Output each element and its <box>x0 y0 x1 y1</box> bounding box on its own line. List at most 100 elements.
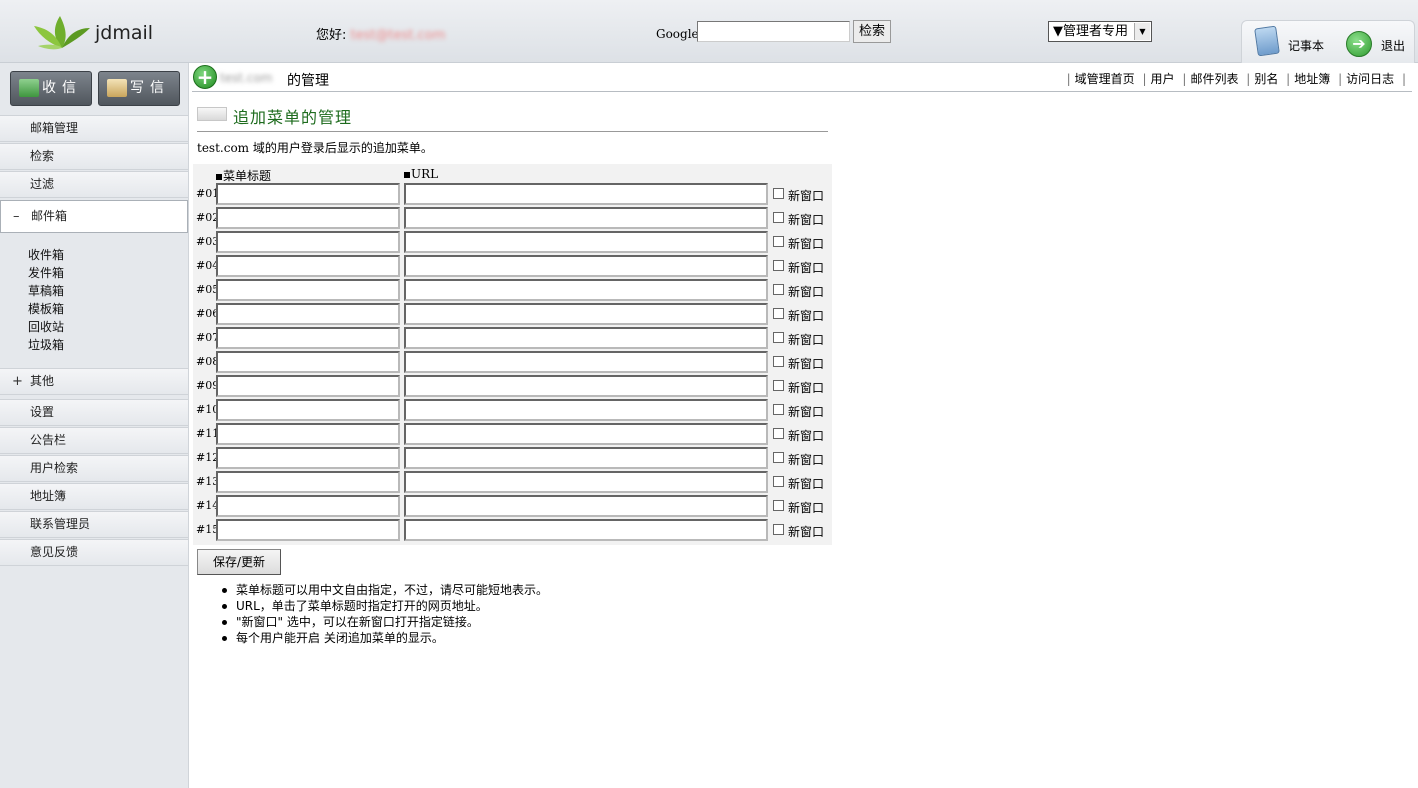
new-window-checkbox[interactable] <box>773 212 784 223</box>
sidebar-item-feedback[interactable]: 意见反馈 <box>0 539 188 566</box>
new-window-checkbox[interactable] <box>773 452 784 463</box>
new-window-checkbox[interactable] <box>773 260 784 271</box>
new-window-label: 新窗口 <box>788 357 825 371</box>
sidebar-item-folders[interactable]: – 邮件箱 <box>0 200 188 233</box>
list-item: URL，单击了菜单标题时指定打开的网页地址。 <box>221 598 548 614</box>
folder-drafts[interactable]: 草稿箱 <box>28 282 64 300</box>
folder-templates[interactable]: 模板箱 <box>28 300 64 318</box>
new-window-checkbox[interactable] <box>773 524 784 535</box>
menu-title-input[interactable] <box>216 327 400 349</box>
section-title: 追加菜单的管理 <box>233 108 353 127</box>
sidebar-item-other[interactable]: + 其他 <box>0 368 188 395</box>
sidebar-item-user-search[interactable]: 用户检索 <box>0 455 188 482</box>
sidebar-item-bulletin[interactable]: 公告栏 <box>0 427 188 454</box>
sidebar-item-addressbook[interactable]: 地址簿 <box>0 483 188 510</box>
menu-url-input[interactable] <box>404 327 768 349</box>
menu-url-input[interactable] <box>404 183 768 205</box>
menu-title-input[interactable] <box>216 447 400 469</box>
new-window-checkbox[interactable] <box>773 428 784 439</box>
leaf-logo-icon <box>34 16 90 50</box>
google-search-input[interactable] <box>697 21 850 42</box>
folder-list: 收件箱 发件箱 草稿箱 模板箱 回收站 垃圾箱 <box>28 246 64 354</box>
notepad-icon[interactable] <box>1254 25 1280 57</box>
menu-url-input[interactable] <box>404 519 768 541</box>
new-window-checkbox[interactable] <box>773 332 784 343</box>
menu-title-input[interactable] <box>216 183 400 205</box>
menu-url-input[interactable] <box>404 279 768 301</box>
description: test.com 域的用户登录后显示的追加菜单。 <box>197 141 433 155</box>
link-mailing-lists[interactable]: 邮件列表 <box>1190 72 1238 86</box>
new-window-label: 新窗口 <box>788 405 825 419</box>
menu-title-input[interactable] <box>216 495 400 517</box>
notepad-link[interactable]: 记事本 <box>1288 37 1324 54</box>
table-row: #15 新窗口 <box>193 518 832 542</box>
domain-name: test.com <box>220 71 273 85</box>
new-window-checkbox[interactable] <box>773 284 784 295</box>
menu-url-input[interactable] <box>404 447 768 469</box>
link-domain-home[interactable]: 域管理首页 <box>1075 72 1135 86</box>
menu-url-input[interactable] <box>404 423 768 445</box>
new-window-checkbox[interactable] <box>773 476 784 487</box>
new-window-checkbox[interactable] <box>773 404 784 415</box>
table-row: #09 新窗口 <box>193 374 832 398</box>
menu-title-input[interactable] <box>216 351 400 373</box>
sidebar-item-mailbox-admin[interactable]: 邮箱管理 <box>0 115 188 142</box>
menu-url-input[interactable] <box>404 207 768 229</box>
menu-url-input[interactable] <box>404 471 768 493</box>
list-item: "新窗口" 选中，可以在新窗口打开指定链接。 <box>221 614 548 630</box>
admin-nav-links: | 域管理首页 | 用户 | 邮件列表 | 别名 | 地址簿 | 访问日志 | <box>1066 72 1406 86</box>
write-mail-button[interactable]: 写信 <box>98 71 180 106</box>
new-window-checkbox[interactable] <box>773 356 784 367</box>
new-window-checkbox[interactable] <box>773 308 784 319</box>
link-addressbook[interactable]: 地址簿 <box>1294 72 1330 86</box>
new-window-label: 新窗口 <box>788 333 825 347</box>
sidebar-item-settings[interactable]: 设置 <box>0 399 188 426</box>
menu-title-input[interactable] <box>216 375 400 397</box>
column-header-url: URL <box>404 167 438 181</box>
admin-select[interactable]: ▼管理者专用 ▼ <box>1048 21 1152 42</box>
menu-title-input[interactable] <box>216 279 400 301</box>
sidebar-item-contact-admin[interactable]: 联系管理员 <box>0 511 188 538</box>
receive-mail-button[interactable]: 收信 <box>10 71 92 106</box>
menu-url-input[interactable] <box>404 495 768 517</box>
new-window-checkbox[interactable] <box>773 188 784 199</box>
menu-url-input[interactable] <box>404 351 768 373</box>
menu-url-input[interactable] <box>404 231 768 253</box>
save-button[interactable]: 保存/更新 <box>197 549 281 575</box>
menu-url-input[interactable] <box>404 255 768 277</box>
folder-spam[interactable]: 垃圾箱 <box>28 336 64 354</box>
menu-title-input[interactable] <box>216 255 400 277</box>
sidebar-item-filter[interactable]: 过滤 <box>0 171 188 198</box>
menu-title-input[interactable] <box>216 207 400 229</box>
menu-url-input[interactable] <box>404 375 768 397</box>
link-access-log[interactable]: 访问日志 <box>1346 72 1394 86</box>
folder-sent[interactable]: 发件箱 <box>28 264 64 282</box>
chevron-down-icon[interactable]: ▼ <box>1134 23 1150 40</box>
content-header: + test.com 的管理 | 域管理首页 | 用户 | 邮件列表 | 别名 | 地址簿… <box>192 64 1412 92</box>
menu-url-input[interactable] <box>404 303 768 325</box>
menu-title-input[interactable] <box>216 519 400 541</box>
link-aliases[interactable]: 别名 <box>1254 72 1278 86</box>
folder-inbox[interactable]: 收件箱 <box>28 246 64 264</box>
menu-title-input[interactable] <box>216 303 400 325</box>
logout-link[interactable]: 退出 <box>1381 37 1405 54</box>
new-window-checkbox[interactable] <box>773 380 784 391</box>
google-search-button[interactable]: 检索 <box>853 20 891 43</box>
new-window-checkbox[interactable] <box>773 500 784 511</box>
menu-url-input[interactable] <box>404 399 768 421</box>
menu-title-input[interactable] <box>216 471 400 493</box>
new-window-label: 新窗口 <box>788 237 825 251</box>
sidebar-item-search[interactable]: 检索 <box>0 143 188 170</box>
menu-title-input[interactable] <box>216 231 400 253</box>
menu-title-input[interactable] <box>216 399 400 421</box>
logout-icon[interactable]: ➔ <box>1346 31 1372 57</box>
link-users[interactable]: 用户 <box>1151 72 1175 86</box>
expand-icon[interactable]: + <box>12 369 23 394</box>
new-window-checkbox[interactable] <box>773 236 784 247</box>
write-mail-label: 写信 <box>130 80 170 96</box>
admin-select-value: ▼管理者专用 <box>1053 24 1128 39</box>
menu-title-input[interactable] <box>216 423 400 445</box>
collapse-icon[interactable]: – <box>13 201 20 232</box>
greeting: 您好: test@test.com <box>316 24 445 43</box>
folder-trash[interactable]: 回收站 <box>28 318 64 336</box>
